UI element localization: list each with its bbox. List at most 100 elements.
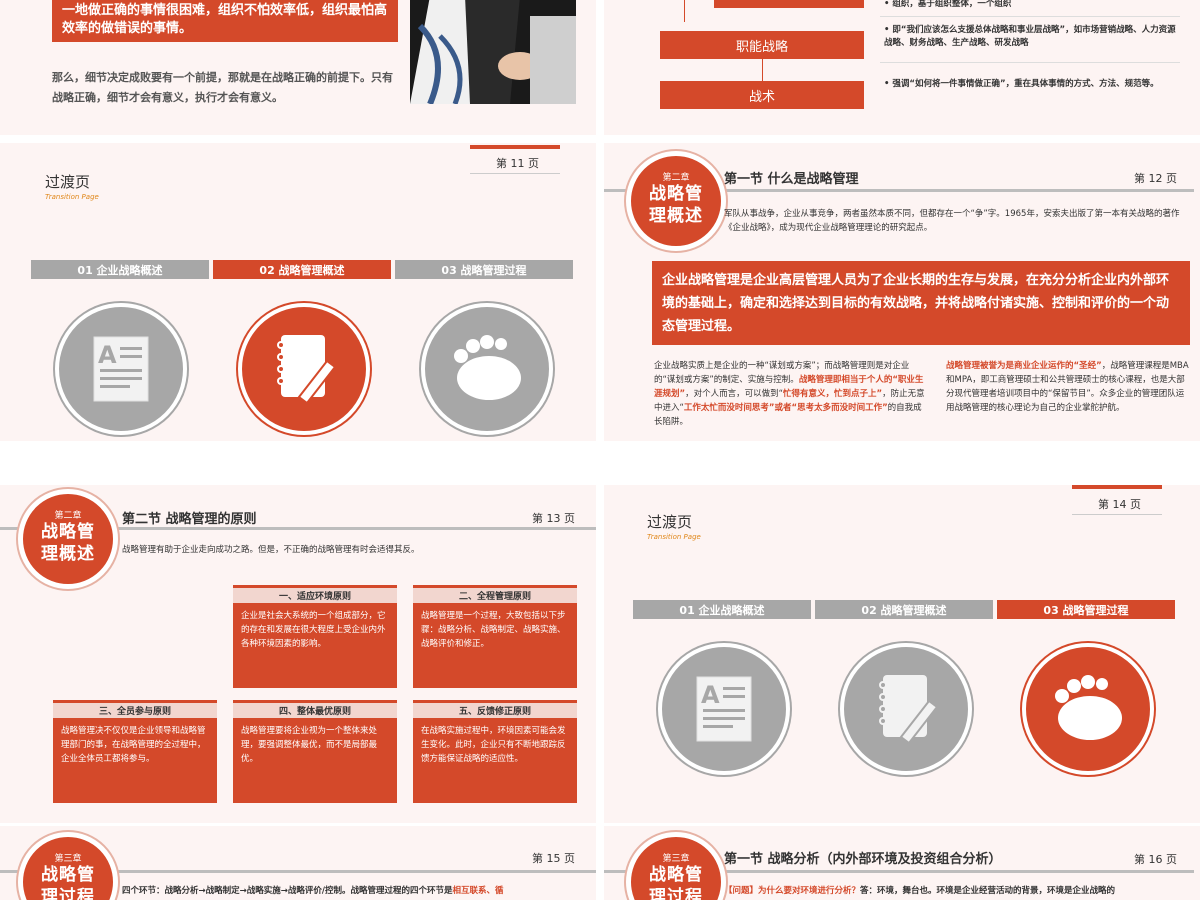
badge-chapter: 第三章 [54,854,82,864]
footprint-icon-circle[interactable] [421,303,553,435]
notebook-pen-icon [277,335,337,405]
principle-title: 五、反馈修正原则 [413,700,577,718]
principle-body: 战略管理决不仅仅是企业领导和战略管理部门的事，在战略管理的全过程中，企业全体员工… [61,726,206,764]
page-num-underline [470,173,560,174]
chapter-tabs: 01 企业战略概述 02 战略管理概述 03 战略管理过程 [31,260,573,279]
svg-text:A: A [98,341,117,369]
chapter-badge: 第二章 战略管 理概述 [18,489,118,589]
transition-subtitle: Transition Page [45,193,99,201]
principle-body: 企业是社会大系统的一个组成部分，它的存在和发展在很大程度上受企业内外各种环境因素… [241,611,386,649]
chapter-badge: 第三章 战略管 理过程 [626,832,726,900]
principle-body: 战略管理是一个过程，大致包括以下步骤：战略分析、战略制定、战略实施、战略评价和修… [421,611,566,649]
slide-13[interactable]: 第二章 战略管 理概述 第二节 战略管理的原则 第 13 页 战略管理有助于企业… [0,485,596,823]
chapter-badge: 第三章 战略管 理过程 [18,832,118,900]
intro-text: 战略管理有助于企业走向成功之路。但是，不正确的战略管理有时会适得其反。 [122,545,420,555]
slide-14[interactable]: 第 14 页 过渡页 Transition Page 01 企业战略概述 02 … [604,485,1200,823]
chapter-tabs: 01 企业战略概述 02 战略管理概述 03 战略管理过程 [633,600,1175,619]
page-number: 第 11 页 [496,157,539,170]
badge-line-1: 战略管 [649,184,703,204]
page-num-underline [1072,514,1162,515]
page-number: 第 13 页 [532,512,575,525]
svg-text:A: A [701,681,720,709]
tab-chapter-2[interactable]: 02 战略管理概述 [815,600,993,619]
page-number: 第 12 页 [1134,172,1177,185]
flow-box-tactics: 战术 [660,81,864,109]
chapter-badge: 第二章 战略管 理概述 [626,151,726,251]
badge-line-1: 战略管 [41,865,95,885]
slide-15[interactable]: 第三章 战略管 理过程 第 15 页 四个环节：战略分析→战略制定→战略实施→战… [0,826,596,900]
badge-chapter: 第三章 [662,854,690,864]
badge-chapter: 第二章 [662,173,690,183]
badge-line-2: 理过程 [649,887,703,900]
footprint-icon [1055,675,1122,740]
slide10-body: 那么，细节决定成败要有一个前提，那就是在战略正确的前提下。只有战略正确，细节才会… [52,71,393,104]
slide-10[interactable]: 一地做正确的事情很困难，组织不怕效率低，组织最怕高效率的做错误的事情。 那么，细… [0,0,596,135]
page-number: 第 16 页 [1134,853,1177,866]
flow-line-left [684,0,685,22]
section-title: 第二节 战略管理的原则 [122,512,257,527]
tab-chapter-2[interactable]: 02 战略管理概述 [213,260,391,279]
document-icon-circle[interactable]: A [658,643,790,775]
principle-card-3: 三、全员参与原则 战略管理决不仅仅是企业领导和战略管理部门的事，在战略管理的全过… [53,700,217,803]
transition-subtitle: Transition Page [647,533,701,541]
slide-16[interactable]: 第三章 战略管 理过程 第一节 战略分析（内外部环境及投资组合分析） 第 16 … [604,826,1200,900]
businessman-photo [410,0,576,106]
principle-body: 在战略实施过程中，环境因素可能会发生变化。此时，企业只有不断地跟踪反馈方能保证战… [421,726,566,764]
badge-chapter: 第二章 [54,511,82,521]
document-icon-circle[interactable]: A [55,303,187,435]
page-tab-bar [1072,485,1162,489]
bullet-tactics: • 强调“如何将一件事情做正确”，重在具体事情的方式、方法、规范等。 [884,79,1159,89]
principle-body: 战略管理要将企业视为一个整体来处理，要强调整体最优，而不是局部最优。 [241,726,378,764]
flow-box-top [714,0,864,8]
question-text: 【问题】为什么要对环境进行分析？答：环境，舞台也。环境是企业经营活动的背景，环境… [724,886,1116,896]
tab-chapter-1[interactable]: 01 企业战略概述 [31,260,209,279]
section-title: 第一节 战略分析（内外部环境及投资组合分析） [724,852,1002,867]
bullet-divider-1 [880,16,1180,17]
footprint-icon-circle[interactable] [1022,643,1154,775]
principle-card-5: 五、反馈修正原则 在战略实施过程中，环境因素可能会发生变化。此时，企业只有不断地… [413,700,577,803]
badge-line-1: 战略管 [649,865,703,885]
slide-12[interactable]: 第二章 战略管 理概述 第一节 什么是战略管理 第 12 页 军队从事战争，企业… [604,143,1200,441]
transition-title: 过渡页 [45,173,91,191]
definition-box: 企业战略管理是企业高层管理人员为了企业长期的生存与发展，在充分分析企业内外部环境… [652,261,1190,345]
document-icon: A [93,336,149,402]
notebook-icon-circle[interactable] [238,303,370,435]
principle-title: 一、适应环境原则 [233,585,397,603]
left-column-text: 企业战略实质上是企业的一种“谋划或方案”；而战略管理则是对企业的“谋划或方案”的… [654,361,925,427]
page-number: 第 15 页 [532,852,575,865]
notebook-icon-circle[interactable] [840,643,972,775]
principle-card-2: 二、全程管理原则 战略管理是一个过程，大致包括以下步骤：战略分析、战略制定、战略… [413,585,577,688]
right-column-text: 战略管理被誉为是商业企业运作的“圣经”，战略管理课程是MBA和MPA，即工商管理… [946,361,1189,413]
tab-chapter-3[interactable]: 03 战略管理过程 [997,600,1175,619]
intro-text: 军队从事战争，企业从事竞争，两者虽然本质不同，但都存在一个“争”字。1965年，… [724,209,1180,233]
slide-10b[interactable]: 职能战略 战术 • 组织，基于组织整体，一个组织 • 即“我们应该怎么支援总体战… [604,0,1200,135]
process-text: 四个环节：战略分析→战略制定→战略实施→战略评价/控制。战略管理过程的四个环节是… [122,886,504,896]
photo-illustration [410,0,576,106]
principle-card-4: 四、整体最优原则 战略管理要将企业视为一个整体来处理，要强调整体最优，而不是局部… [233,700,397,803]
footprint-icon [454,335,521,400]
badge-line-2: 理概述 [649,206,703,226]
page-tab-bar [470,145,560,149]
principle-card-1: 一、适应环境原则 企业是社会大系统的一个组成部分，它的存在和发展在很大程度上受企… [233,585,397,688]
transition-title: 过渡页 [647,513,693,531]
document-icon: A [696,676,752,742]
principle-title: 四、整体最优原则 [233,700,397,718]
bullet-functional: • 即“我们应该怎么支援总体战略和事业层战略”，如市场营销战略、人力资源战略、财… [884,25,1176,48]
flow-arrow-1 [762,59,763,81]
badge-line-2: 理过程 [41,887,95,900]
badge-line-2: 理概述 [41,544,95,564]
slide10-red-callout: 一地做正确的事情很困难，组织不怕效率低，组织最怕高效率的做错误的事情。 [52,0,398,42]
bullet-divider-2 [880,62,1180,63]
principle-title: 二、全程管理原则 [413,585,577,603]
tab-chapter-1[interactable]: 01 企业战略概述 [633,600,811,619]
tab-chapter-3[interactable]: 03 战略管理过程 [395,260,573,279]
slide10-red-text: 一地做正确的事情很困难，组织不怕效率低，组织最怕高效率的做错误的事情。 [62,3,388,36]
flow-box-functional: 职能战略 [660,31,864,59]
bullet-top: • 组织，基于组织整体，一个组织 [884,0,1012,9]
notebook-pen-icon [879,675,939,745]
slide-11[interactable]: 第 11 页 过渡页 Transition Page 01 企业战略概述 02 … [0,143,596,441]
principle-title: 三、全员参与原则 [53,700,217,718]
badge-line-1: 战略管 [41,522,95,542]
section-title: 第一节 什么是战略管理 [724,172,859,187]
page-number: 第 14 页 [1098,498,1141,511]
